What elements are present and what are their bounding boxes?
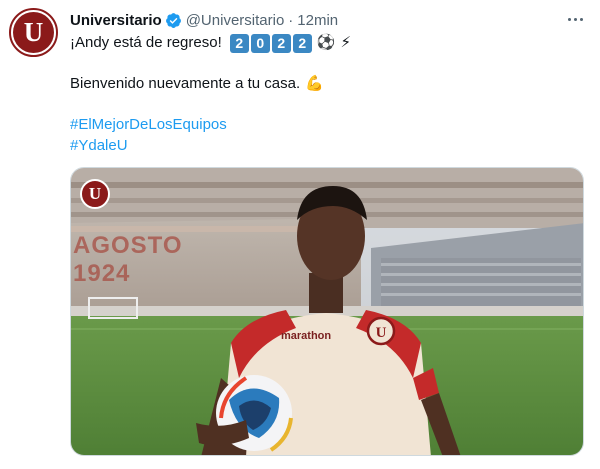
tweet-photo[interactable]: U AGOSTO 1924 U marathon bbox=[70, 167, 584, 456]
timestamp[interactable]: 12min bbox=[297, 12, 338, 29]
hashtag-line-2: #YdaleU bbox=[70, 136, 128, 156]
hashtag-link[interactable]: #YdaleU bbox=[70, 136, 128, 156]
year-keycap-emojis: 2 0 2 2 bbox=[228, 33, 312, 53]
keycap-digit: 0 bbox=[250, 33, 270, 53]
stand-lettering-line-1: AGOSTO bbox=[73, 232, 183, 259]
lightning-emoji: ⚡ bbox=[340, 34, 351, 51]
hashtag-line-1: #ElMejorDeLosEquipos bbox=[70, 115, 227, 135]
keycap-digit: 2 bbox=[292, 33, 312, 53]
tweet-text-line-1: ¡Andy está de regreso! 2 0 2 2 ⚽ ⚡ bbox=[70, 33, 351, 53]
hashtag-link[interactable]: #ElMejorDeLosEquipos bbox=[70, 115, 227, 135]
more-options-icon[interactable] bbox=[563, 9, 587, 29]
display-name[interactable]: Universitario bbox=[70, 12, 162, 29]
avatar-logo: U bbox=[13, 12, 54, 53]
club-logo-watermark: U bbox=[80, 179, 110, 209]
svg-text:U: U bbox=[376, 325, 387, 341]
stadium-photo: U bbox=[71, 168, 583, 455]
keycap-digit: 2 bbox=[229, 33, 249, 53]
tweet-card[interactable]: U Universitario @Universitario · 12min ¡… bbox=[0, 0, 600, 469]
tweet-text-line-2: Bienvenido nuevamente a tu casa. 💪 bbox=[70, 74, 324, 94]
shirt-sponsor-text: marathon bbox=[281, 330, 332, 342]
flexed-biceps-emoji: 💪 bbox=[305, 75, 324, 92]
tweet-text-intro: ¡Andy está de regreso! bbox=[70, 34, 222, 51]
avatar[interactable]: U bbox=[9, 8, 58, 57]
handle[interactable]: @Universitario bbox=[186, 12, 285, 29]
stand-lettering-line-2: 1924 bbox=[73, 260, 131, 287]
verified-badge-icon bbox=[165, 12, 181, 28]
tweet-header: Universitario @Universitario · 12min bbox=[70, 10, 338, 30]
avatar-letter: U bbox=[23, 17, 44, 47]
stand-lettering: AGOSTO 1924 bbox=[73, 232, 183, 288]
separator-dot: · bbox=[288, 11, 294, 29]
tweet-text-welcome: Bienvenido nuevamente a tu casa. bbox=[70, 75, 301, 92]
soccer-ball-emoji: ⚽ bbox=[316, 34, 336, 51]
club-logo-letter: U bbox=[88, 184, 102, 203]
keycap-digit: 2 bbox=[271, 33, 291, 53]
